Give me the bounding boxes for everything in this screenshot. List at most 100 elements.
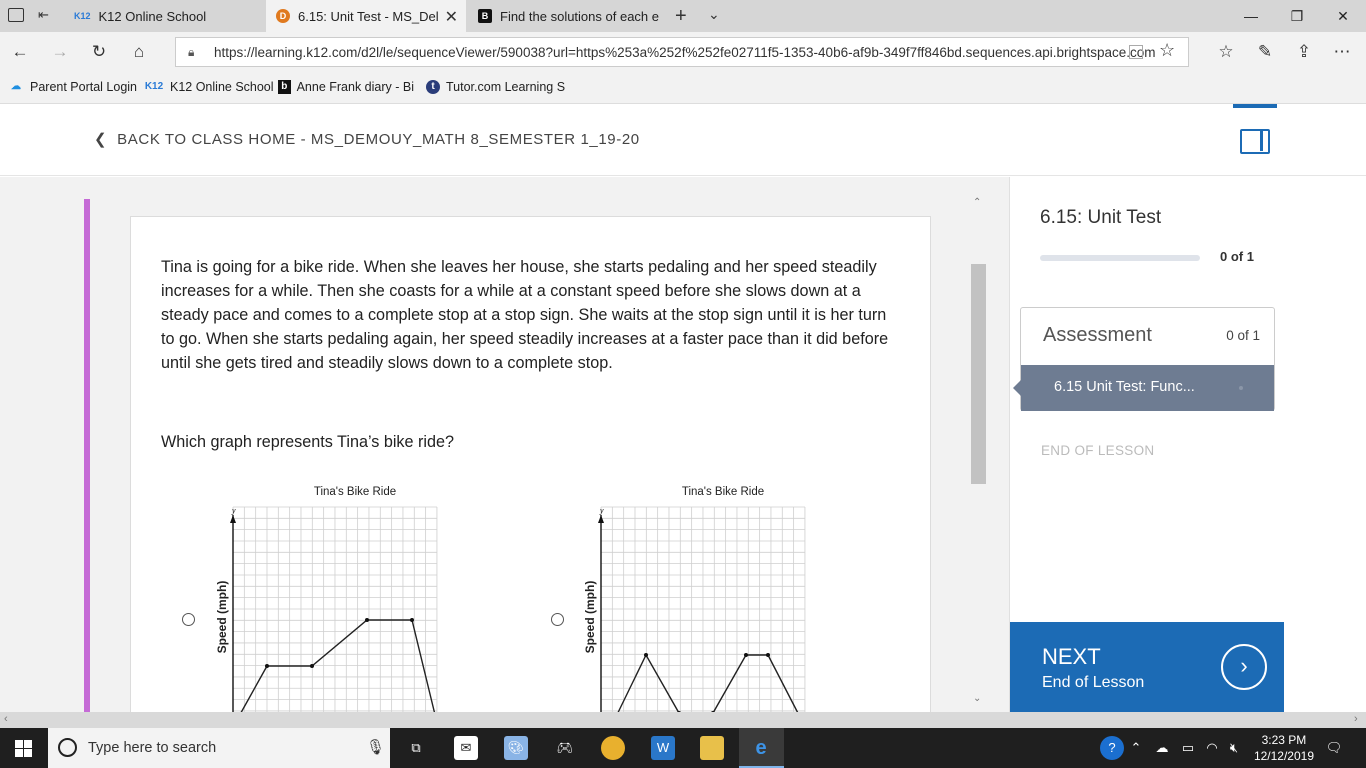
clock-date: 12/12/2019 — [1253, 749, 1314, 763]
back-to-class-link[interactable]: ❮ BACK TO CLASS HOME - MS_DEMOUY_MATH 8_… — [94, 130, 640, 149]
d2l-favicon-icon: D — [276, 9, 290, 23]
help-icon[interactable]: ? — [1100, 736, 1124, 760]
next-button[interactable]: NEXT End of Lesson › — [1010, 622, 1284, 712]
home-icon[interactable]: ⌂ — [127, 40, 151, 64]
edge-icon: e — [755, 737, 767, 759]
y-axis-letter: y — [231, 506, 236, 515]
paint-icon[interactable]: 🎨︎ — [504, 736, 528, 760]
favorite-k12[interactable]: K12 K12 Online School — [144, 80, 274, 94]
tab-label: K12 Online School — [98, 8, 207, 24]
favorite-star-icon[interactable]: ☆ — [1159, 40, 1175, 61]
graph-option-b: Tina's Bike Ride y Speed (mph) — [583, 486, 806, 739]
battery-icon[interactable]: ▭ — [1178, 736, 1198, 760]
tray-chevron-up-icon[interactable]: ⌃ — [1128, 736, 1144, 760]
status-dot-icon — [1239, 386, 1243, 390]
favorite-anne-frank[interactable]: b Anne Frank diary - Bi — [278, 80, 414, 94]
lesson-top-nav: ❮ BACK TO CLASS HOME - MS_DEMOUY_MATH 8_… — [0, 104, 1366, 176]
favorite-label: Anne Frank diary - Bi — [296, 80, 414, 94]
close-window-icon[interactable]: ✕ — [1320, 0, 1366, 32]
lock-icon: 🔒︎ — [188, 45, 195, 59]
graph-grid — [600, 506, 806, 739]
scroll-right-icon[interactable]: › — [1354, 713, 1358, 725]
assessment-item-label: 6.15 Unit Test: Func... — [1054, 379, 1195, 395]
graph-option-a: Tina's Bike Ride y Speed (mph) — [215, 486, 439, 739]
progress-bar — [1040, 255, 1200, 261]
y-axis-label: Speed (mph) — [583, 581, 597, 654]
favorite-parent-portal[interactable]: ☁ Parent Portal Login — [8, 80, 137, 94]
question-prompt: Which graph represents Tina’s bike ride? — [161, 433, 455, 451]
mail-icon[interactable]: ✉ — [454, 736, 478, 760]
more-menu-icon[interactable]: ⋯ — [1330, 40, 1354, 64]
next-label: NEXT — [1042, 644, 1101, 669]
question-passage: Tina is going for a bike ride. When she … — [161, 258, 889, 372]
search-placeholder: Type here to search — [88, 740, 217, 756]
scroll-down-icon[interactable]: ⌄ — [973, 693, 981, 704]
restore-icon[interactable]: ❐ — [1274, 0, 1320, 32]
share-icon[interactable]: ⇪ — [1292, 40, 1316, 64]
wifi-icon[interactable]: ◠ — [1202, 736, 1222, 760]
back-arrow-icon[interactable]: ← — [8, 40, 32, 64]
volume-mute-icon[interactable]: 🔇︎ — [1224, 736, 1244, 760]
tab-actions-icon[interactable] — [8, 8, 24, 22]
task-view-icon[interactable]: ⧉ — [404, 736, 428, 760]
xbox-icon[interactable]: 🎮︎ — [553, 736, 577, 760]
next-sublabel: End of Lesson — [1042, 674, 1145, 691]
file-explorer-icon[interactable] — [700, 736, 724, 760]
address-bar[interactable]: 🔒︎ https://learning.k12.com/d2l/le/seque… — [175, 37, 1189, 67]
cloud-icon: ☁ — [11, 81, 21, 92]
tab-k12-online-school[interactable]: K12 K12 Online School — [64, 0, 264, 32]
taskbar-search-box[interactable]: Type here to search 🎙︎ — [48, 728, 390, 768]
chevron-right-icon: › — [1221, 644, 1267, 690]
graph-title: Tina's Bike Ride — [314, 486, 396, 498]
content-scrollbar[interactable]: ⌃ ⌄ — [970, 197, 987, 709]
y-axis-label: Speed (mph) — [215, 581, 229, 654]
assessment-count: 0 of 1 — [1226, 328, 1260, 343]
assessment-module[interactable]: Assessment 0 of 1 6.15 Unit Test: Func..… — [1013, 307, 1275, 411]
reading-view-icon[interactable] — [1129, 45, 1143, 59]
brainly-favicon-icon: B — [478, 9, 492, 23]
wps-writer-icon[interactable]: W — [651, 736, 675, 760]
favorite-tutor[interactable]: t Tutor.com Learning S — [426, 80, 565, 94]
toggle-sidebar-icon[interactable] — [1240, 129, 1270, 154]
assessment-item-unit-test[interactable]: 6.15 Unit Test: Func... — [1013, 365, 1274, 411]
scrollbar-thumb[interactable] — [971, 264, 986, 484]
current-item-pointer-icon — [1013, 380, 1021, 396]
favorite-label: Parent Portal Login — [30, 80, 138, 94]
top-accent-bar — [1233, 104, 1277, 108]
tab-label: 6.15: Unit Test - MS_Del — [298, 8, 439, 24]
close-tab-icon[interactable]: ✕ — [445, 7, 458, 27]
tutor-icon: t — [426, 80, 440, 94]
windows-start-icon[interactable] — [15, 740, 32, 757]
progress-text: 0 of 1 — [1220, 249, 1254, 264]
clock-time: 3:23 PM — [1261, 733, 1307, 747]
y-axis-letter: y — [599, 506, 604, 515]
tab-list-chevron-icon[interactable]: ⌄ — [708, 6, 720, 23]
horizontal-scrollbar[interactable]: ‹ › — [0, 712, 1366, 728]
scroll-left-icon[interactable]: ‹ — [4, 713, 8, 725]
forward-arrow-icon[interactable]: → — [48, 40, 72, 64]
minimize-icon[interactable]: — — [1228, 0, 1274, 32]
new-tab-icon[interactable]: + — [675, 5, 687, 28]
windows-taskbar: Type here to search 🎙︎ ⧉ ✉ 🎨︎ 🎮︎ W e ? ⌃… — [0, 728, 1366, 768]
taskbar-clock[interactable]: 3:23 PM 12/12/2019 — [1254, 732, 1314, 764]
graph-title: Tina's Bike Ride — [682, 486, 764, 498]
scroll-up-icon[interactable]: ⌃ — [973, 197, 981, 208]
chrome-icon[interactable] — [601, 736, 625, 760]
pen-icon[interactable]: ✎ — [1253, 40, 1277, 64]
content-pane: Tina is going for a bike ride. When she … — [0, 177, 1009, 739]
refresh-icon[interactable]: ↻ — [87, 40, 111, 64]
back-link-label: BACK TO CLASS HOME - MS_DEMOUY_MATH 8_SE… — [117, 130, 640, 148]
end-of-lesson-link[interactable]: END OF LESSON — [1041, 443, 1154, 458]
sidebar-title: 6.15: Unit Test — [1040, 207, 1162, 228]
notifications-icon[interactable]: 🗨︎ — [1322, 736, 1346, 760]
onedrive-icon[interactable]: ☁ — [1152, 736, 1172, 760]
tab-unit-test[interactable]: D 6.15: Unit Test - MS_Del ✕ — [266, 0, 466, 32]
chevron-left-icon: ❮ — [94, 131, 108, 148]
microphone-icon[interactable]: 🎙︎ — [366, 738, 385, 756]
set-aside-tabs-icon[interactable]: ⇤ — [38, 8, 56, 22]
favorites-list-icon[interactable]: ☆ — [1214, 40, 1238, 64]
tab-find-solutions[interactable]: B Find the solutions of each e — [468, 0, 668, 32]
edge-taskbar-active[interactable]: e — [739, 728, 784, 768]
tab-label: Find the solutions of each e — [500, 8, 659, 24]
url-text[interactable]: https://learning.k12.com/d2l/le/sequence… — [214, 45, 1156, 60]
